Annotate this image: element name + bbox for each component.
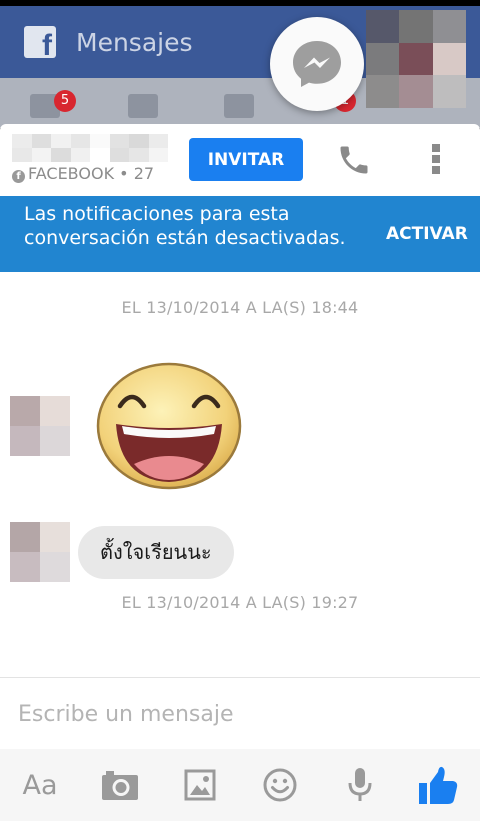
emoji-button[interactable] bbox=[258, 763, 302, 807]
contact-name-blurred bbox=[12, 134, 168, 162]
message-timestamp: EL 13/10/2014 A LA(S) 18:44 bbox=[121, 298, 359, 317]
meta-source: FACEBOOK bbox=[28, 164, 115, 183]
message-bubble[interactable]: ตั้งใจเรียนนะ bbox=[78, 526, 234, 579]
message-timestamp: EL 13/10/2014 A LA(S) 19:27 bbox=[121, 593, 359, 612]
sender-avatar[interactable] bbox=[10, 396, 70, 456]
notifications-disabled-banner: Las notificaciones para esta conversació… bbox=[0, 196, 480, 272]
messenger-chat-head[interactable] bbox=[270, 17, 364, 111]
meta-count: 27 bbox=[133, 164, 155, 183]
camera-icon bbox=[102, 771, 138, 800]
more-vertical-icon[interactable] bbox=[432, 144, 442, 176]
status-bar bbox=[0, 0, 480, 6]
chat-head-avatar[interactable] bbox=[366, 10, 466, 108]
messages-tab-icon bbox=[224, 94, 254, 118]
like-icon bbox=[419, 766, 458, 804]
emoji-icon bbox=[263, 768, 297, 802]
facebook-app-title: Mensajes bbox=[76, 28, 193, 57]
microphone-icon bbox=[348, 768, 372, 801]
aa-label: Aa bbox=[22, 769, 58, 801]
gallery-icon bbox=[184, 769, 216, 801]
gallery-button[interactable] bbox=[178, 763, 222, 807]
text-format-button[interactable]: Aa bbox=[18, 763, 62, 807]
composer-toolbar: Aa bbox=[0, 749, 480, 821]
notification-text: Las notificaciones para esta conversació… bbox=[24, 203, 346, 249]
sender-avatar[interactable] bbox=[10, 522, 70, 582]
voice-button[interactable] bbox=[338, 763, 382, 807]
conversation-header: f FACEBOOK • 27 INVITAR bbox=[0, 124, 480, 196]
activate-button[interactable]: ACTIVAR bbox=[386, 224, 468, 244]
facebook-logo-icon: f bbox=[24, 26, 56, 58]
divider bbox=[0, 677, 480, 678]
invite-button[interactable]: INVITAR bbox=[189, 138, 303, 181]
meta-separator: • bbox=[119, 164, 129, 183]
contact-meta: f FACEBOOK • 27 bbox=[12, 164, 154, 183]
news-feed-badge: 5 bbox=[54, 90, 76, 112]
message-input[interactable] bbox=[18, 698, 458, 730]
camera-button[interactable] bbox=[98, 763, 142, 807]
like-button[interactable] bbox=[416, 763, 460, 807]
laughing-sticker[interactable] bbox=[96, 362, 242, 492]
phone-icon[interactable] bbox=[336, 142, 372, 178]
conversation-panel: f FACEBOOK • 27 INVITAR Las notificacione… bbox=[0, 124, 480, 821]
facebook-small-icon: f bbox=[12, 170, 25, 183]
friends-tab-icon bbox=[128, 94, 158, 118]
messenger-icon bbox=[293, 41, 341, 87]
